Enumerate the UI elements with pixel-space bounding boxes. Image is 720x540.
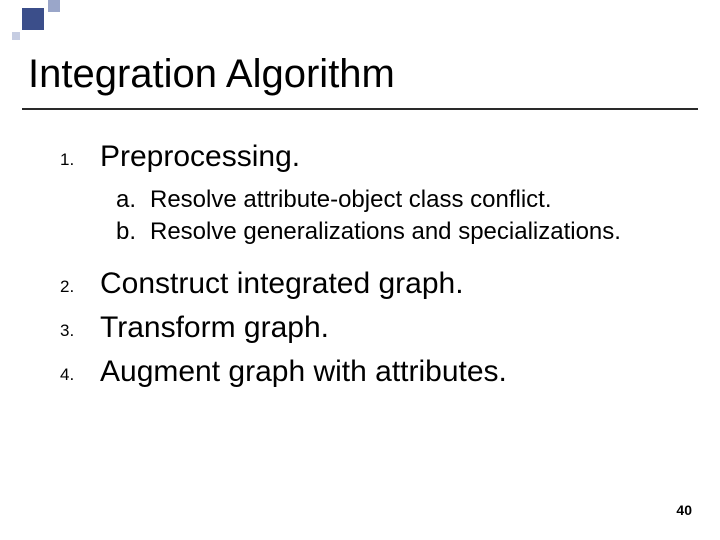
content-area: 1. Preprocessing. a. Resolve attribute-o… xyxy=(60,140,690,399)
list-text: Transform graph. xyxy=(100,311,329,345)
list-number: 4. xyxy=(60,355,100,389)
list-item: 2. Construct integrated graph. xyxy=(60,267,690,301)
deco-square-medium xyxy=(48,0,60,12)
sublist-text: Resolve generalizations and specializati… xyxy=(150,216,621,248)
corner-decoration xyxy=(0,0,80,48)
title-underline xyxy=(22,108,698,110)
list-item: 3. Transform graph. xyxy=(60,311,690,345)
sublist-item: b. Resolve generalizations and specializ… xyxy=(116,216,690,248)
sublist-label: a. xyxy=(116,184,150,216)
deco-square-large xyxy=(22,8,44,30)
sublist-text: Resolve attribute-object class conflict. xyxy=(150,184,552,216)
list-item: 4. Augment graph with attributes. xyxy=(60,355,690,389)
page-number: 40 xyxy=(676,502,692,518)
list-number: 2. xyxy=(60,267,100,301)
list-number: 3. xyxy=(60,311,100,345)
slide-title: Integration Algorithm xyxy=(28,52,395,97)
list-text: Augment graph with attributes. xyxy=(100,355,507,389)
sublist: a. Resolve attribute-object class confli… xyxy=(116,184,690,249)
sublist-item: a. Resolve attribute-object class confli… xyxy=(116,184,690,216)
list-text: Construct integrated graph. xyxy=(100,267,464,301)
list-number: 1. xyxy=(60,140,100,174)
deco-square-small xyxy=(12,32,20,40)
list-item: 1. Preprocessing. xyxy=(60,140,690,174)
sublist-label: b. xyxy=(116,216,150,248)
list-text: Preprocessing. xyxy=(100,140,300,174)
